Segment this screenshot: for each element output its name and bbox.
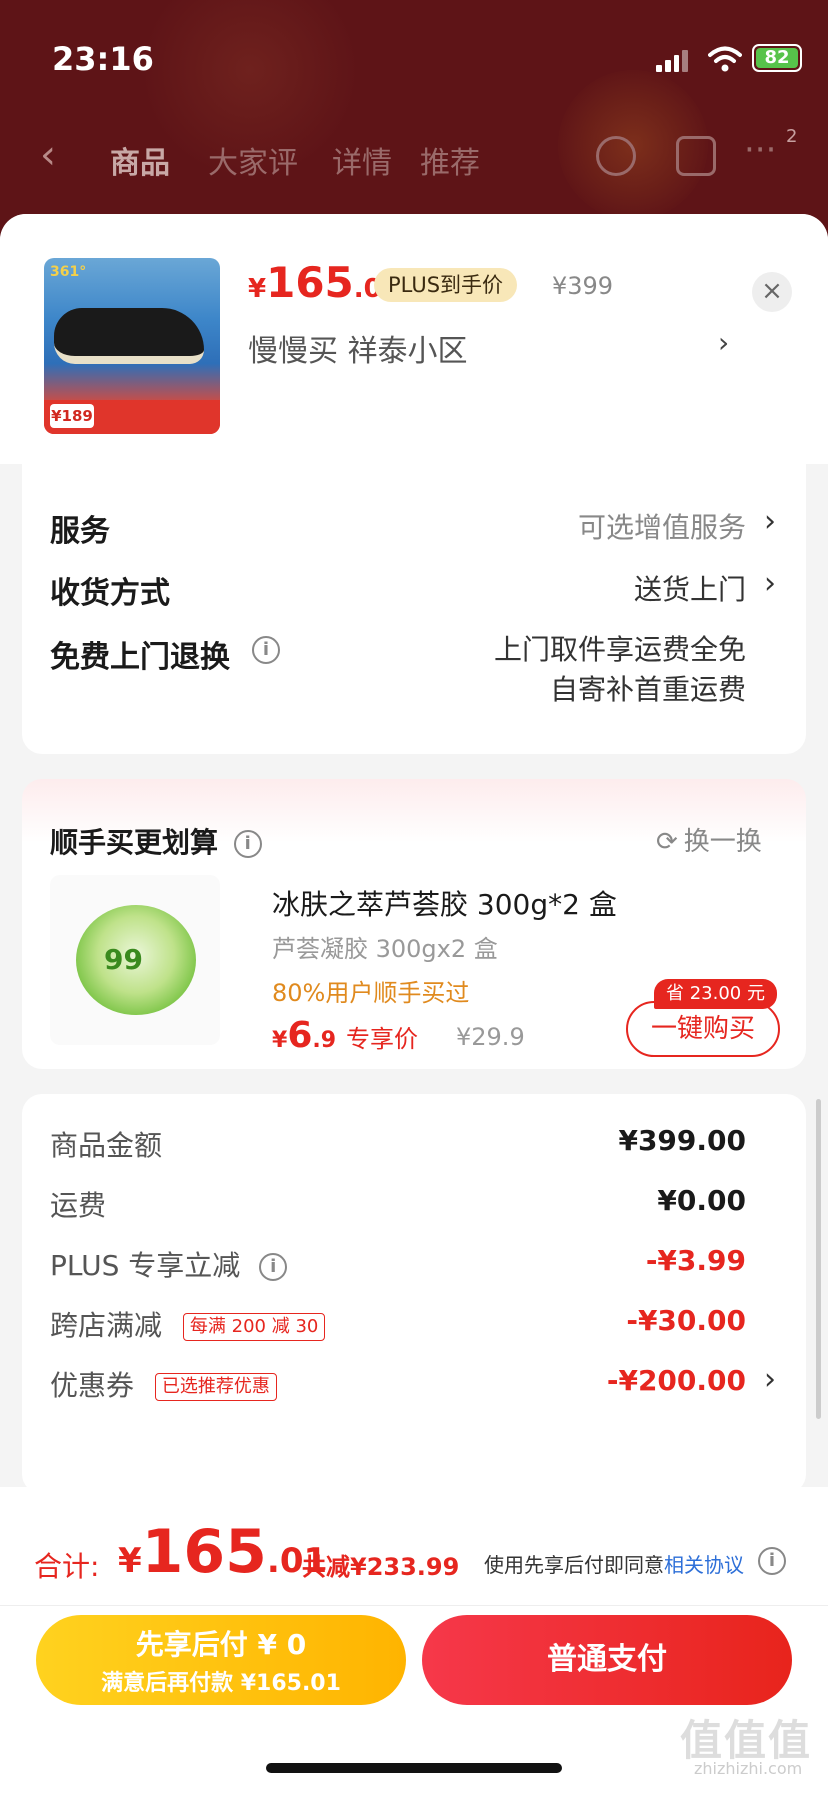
save-amount-badge: 省 23.00 元 <box>654 979 777 1009</box>
addon-price-integer: 6 <box>287 1015 313 1056</box>
checkout-footer: 合计: ¥165.01 共减¥233.99 使用先享后付即同意相关协议 i 先享… <box>0 1487 828 1793</box>
tab-reviews[interactable]: 大家评 <box>208 138 298 182</box>
price-currency: ¥ <box>248 274 267 304</box>
options-card: 服务 可选增值服务 › 收货方式 送货上门 › 免费上门退换 i 上门取件享运费… <box>22 464 806 754</box>
pay-later-line2: 满意后再付款 ¥165.01 <box>101 1671 341 1696</box>
chevron-right-icon[interactable]: › <box>718 326 729 359</box>
service-label: 服务 <box>50 514 110 549</box>
delivery-address[interactable]: 慢慢买 祥泰小区 <box>248 326 468 370</box>
coupon-label: 优惠券 已选推荐优惠 <box>50 1364 277 1404</box>
agreement-text: 使用先享后付即同意相关协议 <box>484 1549 744 1578</box>
delivery-method-value[interactable]: 送货上门 <box>634 568 746 608</box>
tab-details[interactable]: 详情 <box>332 138 392 182</box>
agreement-prefix: 使用先享后付即同意 <box>484 1553 664 1577</box>
pay-later-line1: 先享后付 ¥ 0 <box>135 1628 307 1661</box>
share-icon[interactable] <box>676 136 716 176</box>
swap-button[interactable]: ⟳ 换一换 <box>656 821 762 858</box>
addon-product-name[interactable]: 冰肤之萃芦荟胶 300g*2 盒 <box>272 883 617 923</box>
agreement-link[interactable]: 相关协议 <box>664 1553 744 1577</box>
product-thumbnail[interactable]: 361° ¥189 <box>44 258 220 434</box>
background-nav: ‹ 商品 大家评 详情 推荐 ··· 2 <box>0 120 828 190</box>
total-integer: 165 <box>141 1517 267 1587</box>
info-icon[interactable]: i <box>233 830 262 858</box>
plus-discount-label: PLUS 专享立减 i <box>50 1244 288 1284</box>
addon-recommendation-card: 顺手买更划算 i ⟳ 换一换 99 冰肤之萃芦荟胶 300g*2 盒 芦荟凝胶 3… <box>22 779 806 1069</box>
plus-discount-text: PLUS 专享立减 <box>50 1249 241 1282</box>
price-integer: 165 <box>266 258 354 307</box>
service-value[interactable]: 可选增值服务 <box>578 506 746 546</box>
addon-buyers-stat: 80%用户顺手买过 <box>272 979 470 1007</box>
battery-icon: 82 <box>752 44 802 72</box>
more-icon[interactable]: ··· <box>744 130 776 170</box>
jar-label: 99 <box>104 943 143 976</box>
total-currency: ¥ <box>118 1541 142 1581</box>
chevron-right-icon[interactable]: › <box>764 1362 776 1397</box>
thumbnail-brand-logo: 361° <box>50 264 87 280</box>
footer-divider <box>0 1605 828 1606</box>
chevron-right-icon[interactable]: › <box>764 504 776 539</box>
close-button[interactable]: × <box>752 272 792 312</box>
free-return-label: 免费上门退换 <box>50 640 230 675</box>
delivery-method-label: 收货方式 <box>50 576 170 611</box>
favorite-icon[interactable] <box>596 136 636 176</box>
background-product-page: 23:16 82 ‹ 商品 大家评 详情 推荐 ··· 2 <box>0 0 828 240</box>
tab-recommend[interactable]: 推荐 <box>420 138 480 182</box>
subtotal-value: ¥399.00 <box>618 1124 746 1157</box>
addon-product-spec: 芦荟凝胶 300gx2 盒 <box>272 935 498 963</box>
info-icon[interactable]: i <box>259 1253 288 1281</box>
price-summary-card: 商品金额 ¥399.00 运费 ¥0.00 PLUS 专享立减 i -¥3.99… <box>22 1094 806 1494</box>
status-time: 23:16 <box>52 40 154 78</box>
addon-price-tag: 专享价 <box>346 1025 419 1053</box>
pay-later-button[interactable]: 先享后付 ¥ 0 满意后再付款 ¥165.01 <box>36 1615 406 1705</box>
shipping-label: 运费 <box>50 1189 107 1222</box>
chevron-right-icon[interactable]: › <box>764 566 776 601</box>
coupon-text: 优惠券 <box>50 1369 135 1402</box>
addon-product-image[interactable]: 99 <box>50 875 220 1045</box>
coupon-tag: 已选推荐优惠 <box>154 1373 277 1401</box>
regular-pay-button[interactable]: 普通支付 <box>422 1615 792 1705</box>
more-badge: 2 <box>786 126 798 147</box>
shipping-value: ¥0.00 <box>657 1184 746 1217</box>
free-return-line1: 上门取件享运费全免 <box>493 633 746 666</box>
cross-store-discount-value: -¥30.00 <box>626 1304 746 1337</box>
cross-store-discount-text: 跨店满减 <box>50 1309 163 1342</box>
refresh-icon: ⟳ <box>656 827 678 857</box>
sheet-header: 361° ¥189 ¥165.01 PLUS到手价 ¥399 × 慢慢买 祥泰小… <box>0 214 828 464</box>
info-icon[interactable]: i <box>252 636 280 664</box>
home-indicator[interactable] <box>266 1763 562 1773</box>
scrollbar[interactable] <box>816 1099 821 1419</box>
addon-title: 顺手买更划算 i <box>50 821 262 861</box>
total-label: 合计: <box>34 1550 100 1583</box>
total-amount: ¥165.01 <box>118 1517 327 1587</box>
free-return-line2: 自寄补首重运费 <box>549 673 746 706</box>
addon-title-text: 顺手买更划算 <box>50 826 219 859</box>
watermark-url: zhizhizhi.com <box>694 1759 803 1778</box>
addon-price-currency: ¥ <box>272 1028 288 1053</box>
one-click-buy-button[interactable]: 一键购买 <box>626 1001 780 1057</box>
addon-price-decimal: .9 <box>312 1028 337 1053</box>
tab-product[interactable]: 商品 <box>110 138 170 182</box>
back-icon[interactable]: ‹ <box>40 132 56 178</box>
cross-store-discount-label: 跨店满减 每满 200 减 30 <box>50 1304 326 1344</box>
info-icon[interactable]: i <box>758 1547 786 1575</box>
plus-discount-value: -¥3.99 <box>645 1244 746 1277</box>
addon-original-price: ¥29.9 <box>456 1023 525 1051</box>
subtotal-label: 商品金额 <box>50 1129 163 1162</box>
signal-icon <box>656 48 688 72</box>
swap-label: 换一换 <box>683 827 762 857</box>
plus-price-badge: PLUS到手价 <box>374 268 518 302</box>
battery-level: 82 <box>756 48 798 68</box>
total-saved: 共减¥233.99 <box>302 1553 460 1581</box>
close-icon: × <box>761 276 783 306</box>
original-price: ¥399 <box>552 272 614 300</box>
coupon-value[interactable]: -¥200.00 <box>607 1364 746 1397</box>
thumbnail-price: ¥189 <box>50 404 94 428</box>
shoe-image <box>54 308 204 364</box>
addon-price: ¥6.9 专享价 <box>272 1015 418 1056</box>
cross-store-discount-tag: 每满 200 减 30 <box>182 1313 326 1341</box>
wifi-icon <box>708 46 742 72</box>
